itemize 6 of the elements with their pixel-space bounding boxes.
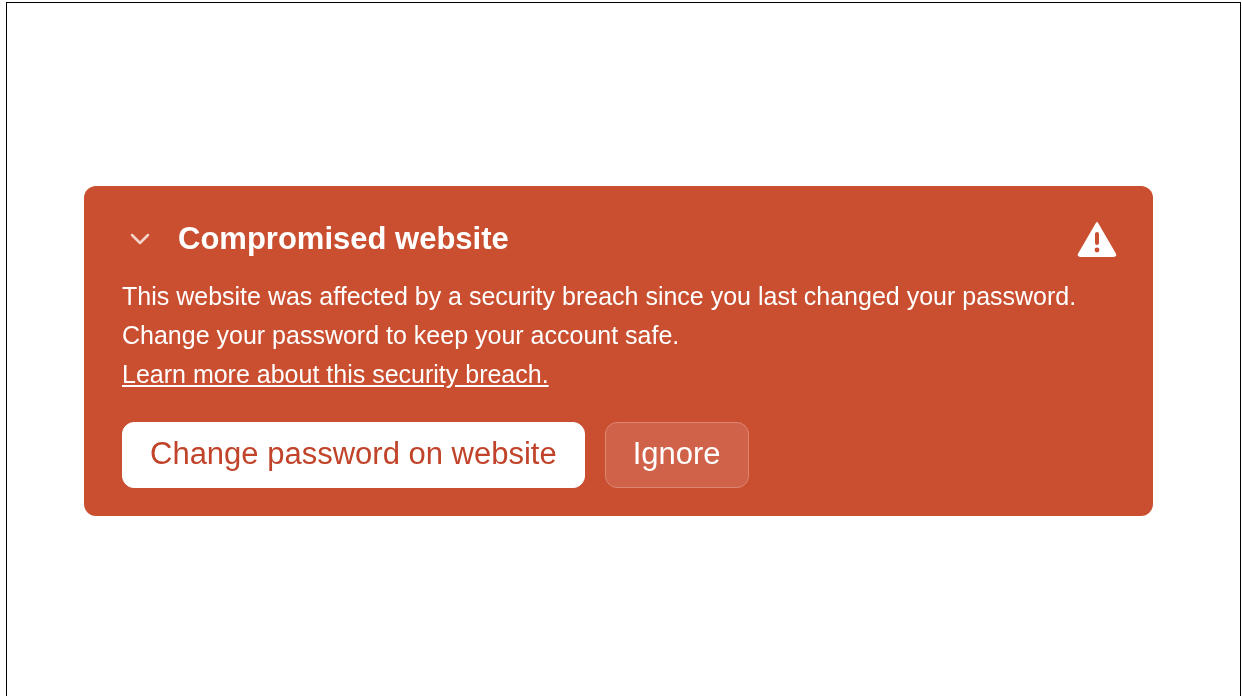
- ignore-button[interactable]: Ignore: [604, 421, 749, 488]
- alert-title: Compromised website: [178, 220, 509, 258]
- learn-more-link[interactable]: Learn more about this security breach.: [122, 359, 549, 388]
- warning-icon: [1077, 221, 1117, 258]
- change-password-button[interactable]: Change password on website: [122, 421, 585, 488]
- alert-message: This website was affected by a security breach since you last changed your password. Change your password to keep your account safe. Learn more about this security breach.: [122, 280, 1078, 390]
